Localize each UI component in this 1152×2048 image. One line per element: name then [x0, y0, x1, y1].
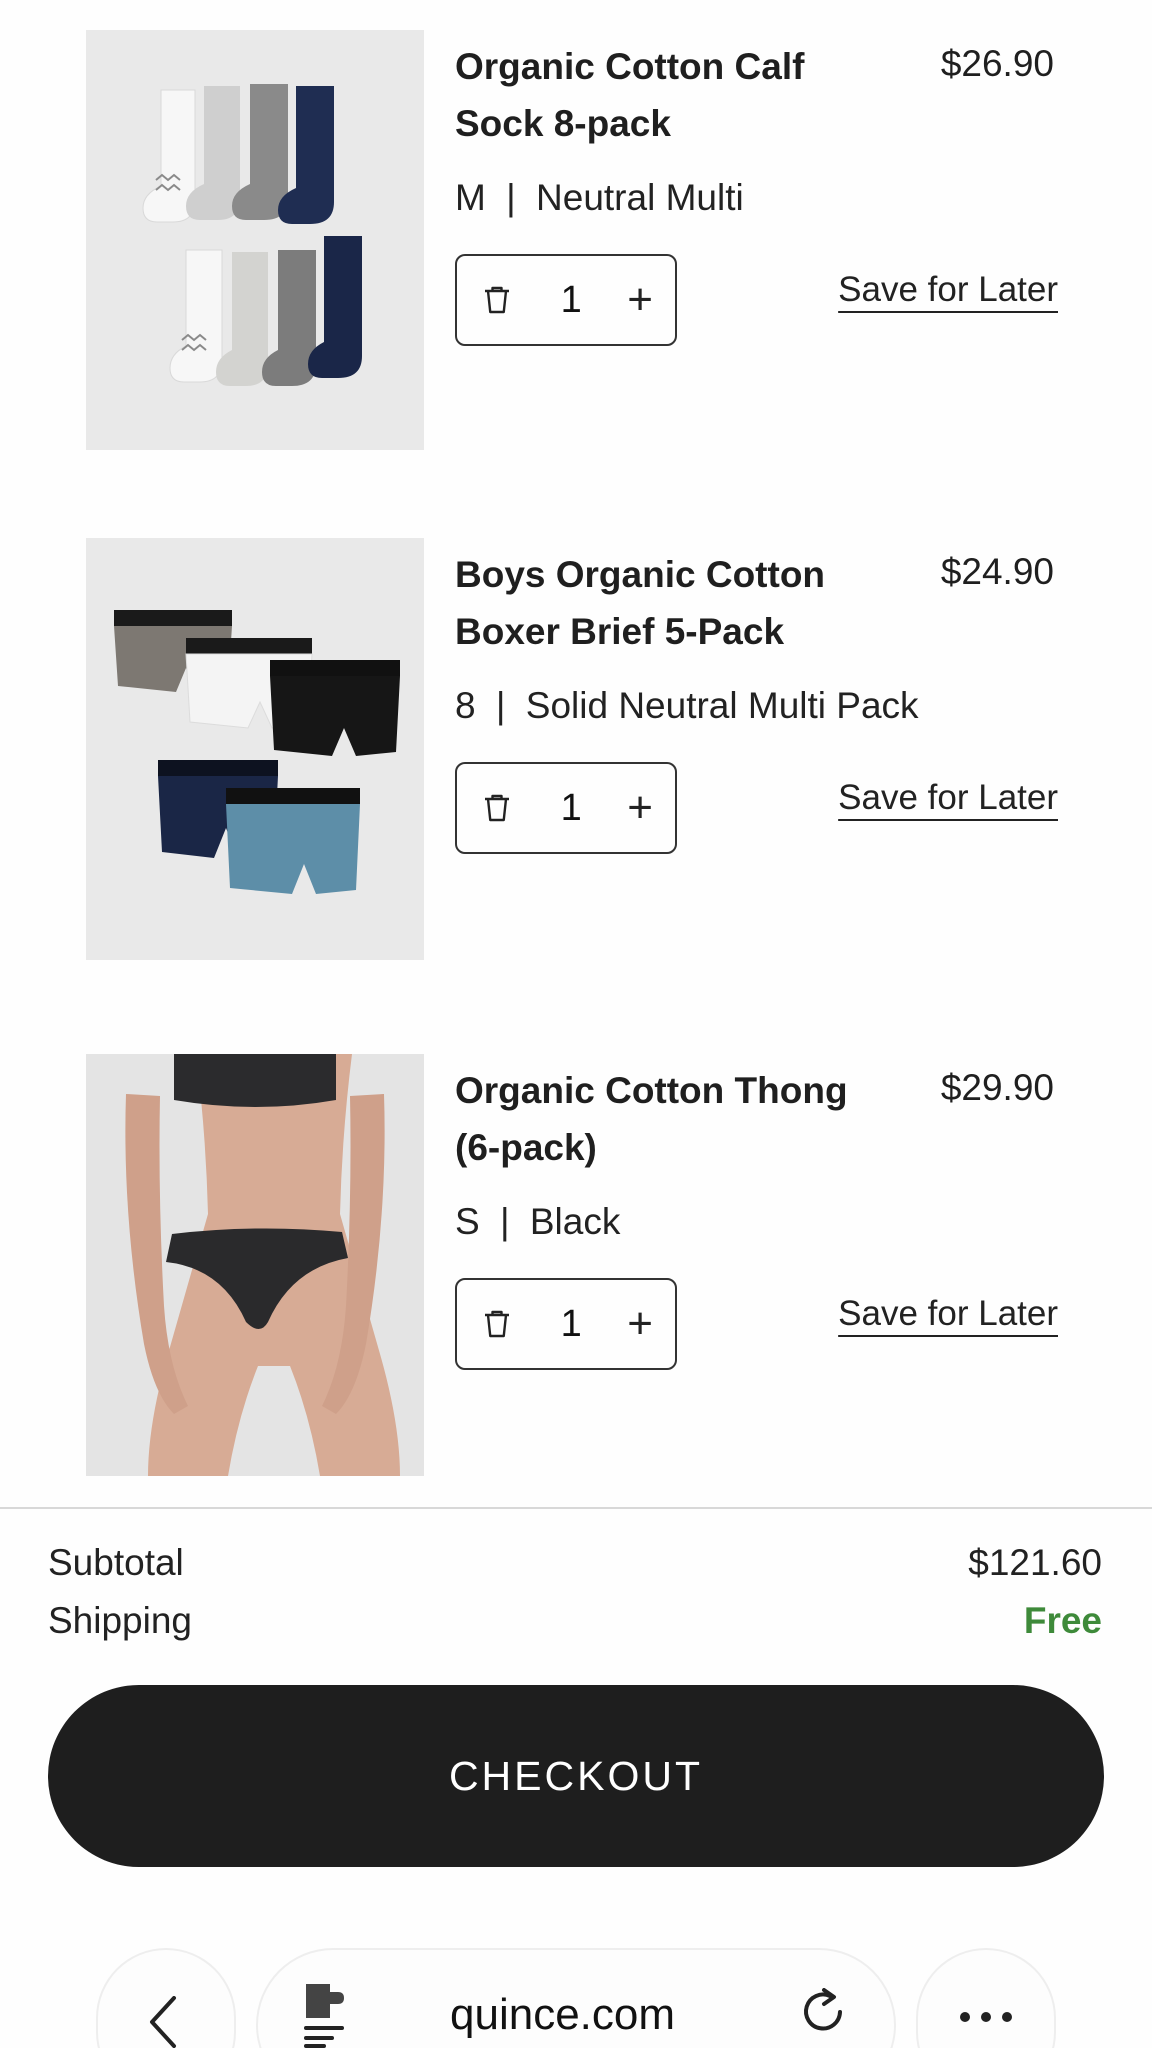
shipping-row: Shipping Free	[48, 1595, 1102, 1647]
product-variant: M | Neutral Multi	[455, 172, 744, 224]
quantity-value: 1	[560, 278, 582, 321]
quantity-value: 1	[560, 786, 582, 829]
extensions-icon[interactable]	[302, 1980, 352, 2048]
cart-item: Organic Cotton Calf Sock 8-pack $26.90 M…	[0, 30, 1152, 460]
subtotal-value: $121.60	[968, 1542, 1102, 1583]
boxer-briefs-image	[86, 538, 424, 960]
quantity-value: 1	[560, 1302, 582, 1345]
save-for-later-link[interactable]: Save for Later	[838, 1294, 1058, 1334]
socks-image	[86, 30, 424, 450]
shipping-value: Free	[1023, 1600, 1102, 1641]
variant-size: M	[455, 177, 486, 218]
variant-color: Neutral Multi	[536, 177, 744, 218]
save-for-later-link[interactable]: Save for Later	[838, 270, 1058, 310]
chevron-left-icon[interactable]	[146, 1996, 180, 2048]
more-dots-icon[interactable]	[958, 2010, 1014, 2024]
variant-color: Black	[529, 1201, 621, 1242]
variant-color: Solid Neutral Multi Pack	[525, 685, 919, 726]
product-price: $26.90	[940, 43, 1054, 84]
url-text: quince.com	[450, 1990, 676, 2039]
plus-icon[interactable]: +	[627, 1302, 653, 1346]
subtotal-row: Subtotal $121.60	[48, 1537, 1102, 1589]
cart-page: Organic Cotton Calf Sock 8-pack $26.90 M…	[0, 0, 1152, 2048]
cart-item: Boys Organic Cotton Boxer Brief 5-Pack $…	[0, 538, 1152, 968]
quantity-stepper: 1 +	[455, 1278, 677, 1370]
thong-model-image	[86, 1054, 424, 1476]
variant-separator: |	[506, 177, 516, 218]
product-image-socks[interactable]	[86, 30, 424, 450]
plus-icon[interactable]: +	[627, 278, 653, 322]
product-variant: 8 | Solid Neutral Multi Pack	[455, 680, 919, 732]
subtotal-label: Subtotal	[48, 1542, 184, 1583]
trash-icon[interactable]	[479, 282, 515, 318]
product-name[interactable]: Organic Cotton Calf Sock 8-pack	[455, 38, 875, 152]
checkout-button[interactable]: CHECKOUT	[48, 1685, 1104, 1867]
product-variant: S | Black	[455, 1196, 620, 1248]
quantity-stepper: 1 +	[455, 762, 677, 854]
cart-item: Organic Cotton Thong (6-pack) $29.90 S |…	[0, 1054, 1152, 1484]
summary-divider	[0, 1507, 1152, 1509]
product-price: $24.90	[940, 551, 1054, 592]
trash-icon[interactable]	[479, 790, 515, 826]
variant-separator: |	[495, 685, 506, 726]
quantity-stepper: 1 +	[455, 254, 677, 346]
save-for-later-link[interactable]: Save for Later	[838, 778, 1058, 818]
variant-separator: |	[499, 1201, 510, 1242]
product-name[interactable]: Boys Organic Cotton Boxer Brief 5-Pack	[455, 546, 875, 660]
shipping-label: Shipping	[48, 1600, 193, 1641]
plus-icon[interactable]: +	[627, 786, 653, 830]
product-image-thong[interactable]	[86, 1054, 424, 1476]
more-button[interactable]	[918, 1950, 1054, 2048]
product-price: $29.90	[940, 1067, 1054, 1108]
trash-icon[interactable]	[479, 1306, 515, 1342]
variant-size: 8	[455, 685, 476, 726]
variant-size: S	[455, 1201, 480, 1242]
reload-icon[interactable]	[800, 1988, 850, 2044]
browser-toolbar: quince.com	[0, 1950, 1152, 2048]
product-image-boxer-briefs[interactable]	[86, 538, 424, 960]
product-name[interactable]: Organic Cotton Thong (6-pack)	[455, 1062, 875, 1176]
